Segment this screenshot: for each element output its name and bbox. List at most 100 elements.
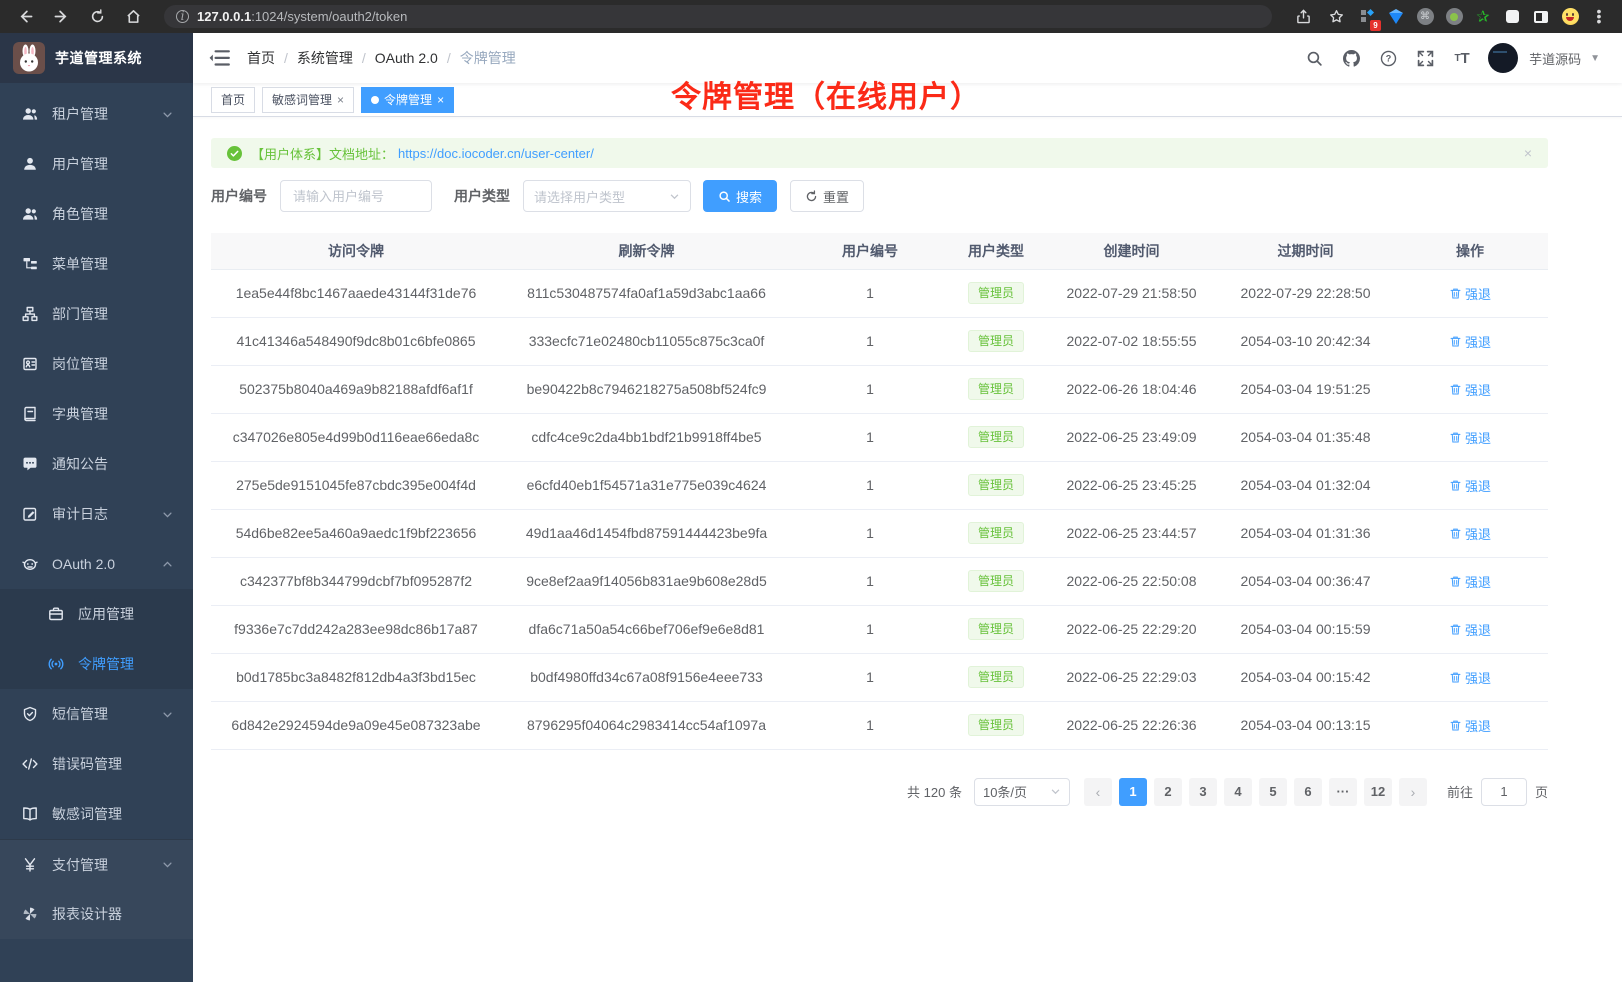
- page-info-icon[interactable]: i: [176, 10, 189, 23]
- force-logout-button[interactable]: 强退: [1449, 476, 1491, 495]
- sidebar-item-people[interactable]: 租户管理: [0, 89, 193, 139]
- user-type-badge: 管理员: [968, 282, 1024, 304]
- doc-link[interactable]: https://doc.iocoder.cn/user-center/: [398, 146, 594, 161]
- github-icon[interactable]: [1340, 47, 1362, 69]
- page-button-3[interactable]: 3: [1189, 778, 1217, 806]
- app-title: 芋道管理系统: [55, 48, 142, 68]
- user-id-cell: 1: [792, 653, 948, 701]
- blocks-extension-icon[interactable]: 9: [1356, 6, 1378, 28]
- force-logout-button[interactable]: 强退: [1449, 620, 1491, 639]
- font-size-icon[interactable]: TT: [1451, 47, 1473, 69]
- sidebar-item-briefcase[interactable]: 应用管理: [0, 589, 193, 639]
- user-type-label: 用户类型: [454, 186, 510, 206]
- page-button-1[interactable]: 1: [1119, 778, 1147, 806]
- command-extension-icon[interactable]: ⌘: [1414, 6, 1436, 28]
- forward-icon[interactable]: [48, 5, 74, 29]
- sidebar-item-design[interactable]: 报表设计器: [0, 889, 193, 939]
- user-type-select[interactable]: 请选择用户类型: [523, 180, 691, 212]
- force-logout-button[interactable]: 强退: [1449, 284, 1491, 303]
- sidebar-item-log[interactable]: 审计日志: [0, 489, 193, 539]
- record-extension-icon[interactable]: [1443, 6, 1465, 28]
- sidebar-item-message[interactable]: 通知公告: [0, 439, 193, 489]
- close-icon[interactable]: ×: [337, 94, 344, 106]
- alert-close-icon[interactable]: ×: [1524, 145, 1532, 161]
- sidebar-item-book[interactable]: 敏感词管理: [0, 789, 193, 839]
- tag-sensitive-words[interactable]: 敏感词管理×: [262, 87, 354, 113]
- force-logout-button[interactable]: 强退: [1449, 380, 1491, 399]
- page-button-4[interactable]: 4: [1224, 778, 1252, 806]
- breadcrumb-oauth[interactable]: OAuth 2.0: [375, 50, 438, 66]
- page-button-5[interactable]: 5: [1259, 778, 1287, 806]
- page-button-12[interactable]: 12: [1364, 778, 1392, 806]
- action-cell: 强退: [1392, 269, 1548, 317]
- sidebar-item-tree[interactable]: 菜单管理: [0, 239, 193, 289]
- page-button-2[interactable]: 2: [1154, 778, 1182, 806]
- fullscreen-icon[interactable]: [1414, 47, 1436, 69]
- sidebar-item-label: 租户管理: [52, 104, 162, 124]
- force-logout-button[interactable]: 强退: [1449, 524, 1491, 543]
- search-icon[interactable]: [1303, 47, 1325, 69]
- sidebar-item-code[interactable]: 错误码管理: [0, 739, 193, 789]
- emoji-extension-icon[interactable]: [1559, 6, 1581, 28]
- help-icon[interactable]: ?: [1377, 47, 1399, 69]
- sidebar-item-user[interactable]: 用户管理: [0, 139, 193, 189]
- user-type-badge: 管理员: [968, 522, 1024, 544]
- sidebar-item-org[interactable]: 部门管理: [0, 289, 193, 339]
- breadcrumb-system[interactable]: 系统管理: [297, 48, 353, 68]
- force-logout-button[interactable]: 强退: [1449, 332, 1491, 351]
- search-button[interactable]: 搜索: [703, 180, 777, 212]
- sidebar-item-shield[interactable]: 短信管理: [0, 689, 193, 739]
- action-cell: 强退: [1392, 701, 1548, 749]
- sidebar-item-robot[interactable]: OAuth 2.0: [0, 539, 193, 589]
- pager-more[interactable]: ···: [1329, 778, 1357, 806]
- username[interactable]: 芋道源码: [1529, 49, 1581, 68]
- tag-home[interactable]: 首页: [211, 87, 255, 113]
- sidebar-item-people[interactable]: 角色管理: [0, 189, 193, 239]
- sidebar-menu: 租户管理用户管理角色管理菜单管理部门管理岗位管理字典管理通知公告审计日志OAut…: [0, 83, 193, 982]
- url-path: :1024/system/oauth2/token: [251, 9, 407, 24]
- puzzle-extension-icon[interactable]: [1501, 6, 1523, 28]
- user-id-cell: 1: [792, 269, 948, 317]
- back-icon[interactable]: [12, 5, 38, 29]
- gem-extension-icon[interactable]: [1385, 6, 1407, 28]
- sidebar-item-signal[interactable]: 令牌管理: [0, 639, 193, 689]
- reset-button[interactable]: 重置: [790, 180, 864, 212]
- goto-page-input[interactable]: [1481, 778, 1527, 806]
- chevron-down-icon[interactable]: ▼: [1590, 53, 1600, 64]
- reload-icon[interactable]: [84, 5, 110, 29]
- force-logout-button[interactable]: 强退: [1449, 572, 1491, 591]
- sidebar-fold-icon[interactable]: [209, 47, 231, 69]
- trash-icon: [1449, 719, 1462, 732]
- expire-time-cell: 2054-03-04 01:35:48: [1219, 413, 1392, 461]
- page-button-6[interactable]: 6: [1294, 778, 1322, 806]
- close-icon[interactable]: ×: [437, 94, 444, 106]
- refresh-token-cell: 8796295f04064c2983414cc54af1097a: [501, 701, 792, 749]
- side-panel-icon[interactable]: [1530, 6, 1552, 28]
- share-icon[interactable]: [1290, 5, 1316, 29]
- tag-token-management[interactable]: 令牌管理×: [361, 87, 454, 113]
- app-logo-row[interactable]: 芋道管理系统: [0, 33, 193, 83]
- sidebar-item-dict[interactable]: 字典管理: [0, 389, 193, 439]
- sidebar-item-yen[interactable]: 支付管理: [0, 839, 193, 889]
- sidebar-item-label: 报表设计器: [52, 904, 173, 924]
- address-bar[interactable]: i 127.0.0.1:1024/system/oauth2/token: [164, 5, 1272, 28]
- expire-time-cell: 2054-03-04 01:31:36: [1219, 509, 1392, 557]
- page-size-select[interactable]: 10条/页: [974, 778, 1070, 806]
- action-cell: 强退: [1392, 653, 1548, 701]
- user-avatar[interactable]: [1488, 43, 1518, 73]
- prev-page-button[interactable]: ‹: [1084, 778, 1112, 806]
- green-star-extension-icon[interactable]: ✰: [1472, 6, 1494, 28]
- force-logout-button[interactable]: 强退: [1449, 668, 1491, 687]
- force-logout-button[interactable]: 强退: [1449, 428, 1491, 447]
- user-id-input[interactable]: [280, 180, 432, 212]
- breadcrumb-current: 令牌管理: [460, 48, 516, 68]
- bookmark-star-icon[interactable]: [1323, 5, 1349, 29]
- action-cell: 强退: [1392, 557, 1548, 605]
- browser-menu-icon[interactable]: •••: [1588, 6, 1610, 28]
- next-page-button[interactable]: ›: [1399, 778, 1427, 806]
- user-type-cell: 管理员: [948, 365, 1044, 413]
- home-icon[interactable]: [120, 5, 146, 29]
- breadcrumb-home[interactable]: 首页: [247, 48, 275, 68]
- force-logout-button[interactable]: 强退: [1449, 716, 1491, 735]
- sidebar-item-postcard[interactable]: 岗位管理: [0, 339, 193, 389]
